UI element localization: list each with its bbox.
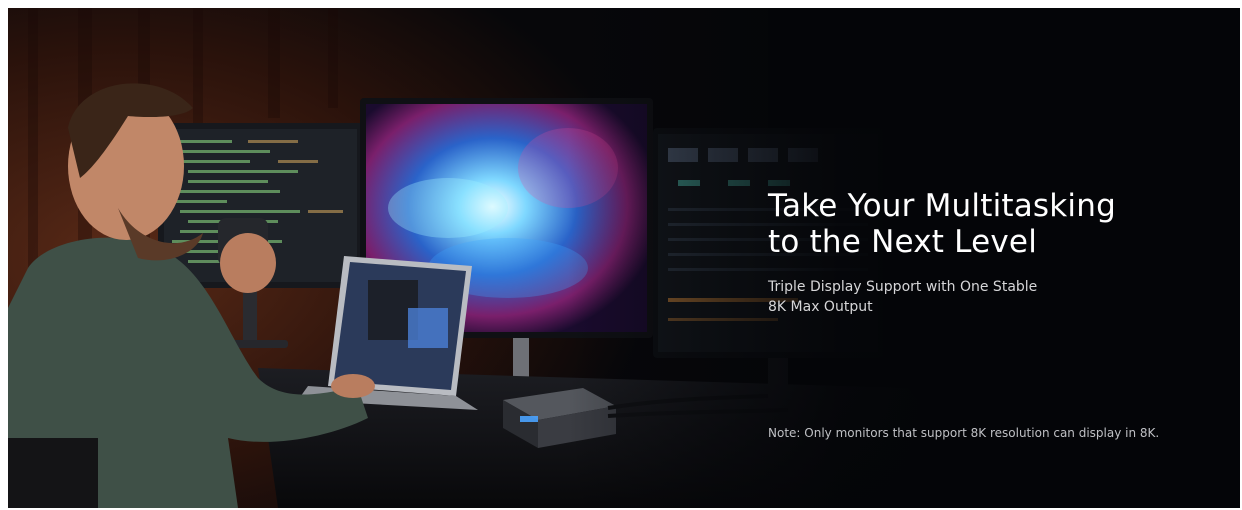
headline: Take Your Multitasking to the Next Level <box>768 188 1228 260</box>
disclaimer-note: Note: Only monitors that support 8K reso… <box>768 426 1160 440</box>
promo-banner: Take Your Multitasking to the Next Level… <box>8 8 1240 508</box>
subheadline: Triple Display Support with One Stable 8… <box>768 277 1228 317</box>
headline-line-2: to the Next Level <box>768 224 1038 260</box>
headline-line-1: Take Your Multitasking <box>768 188 1116 224</box>
banner-copy: Take Your Multitasking to the Next Level… <box>768 188 1228 317</box>
subheadline-line-1: Triple Display Support with One Stable <box>768 279 1038 295</box>
subheadline-line-2: 8K Max Output <box>768 299 873 315</box>
chair <box>8 438 98 508</box>
